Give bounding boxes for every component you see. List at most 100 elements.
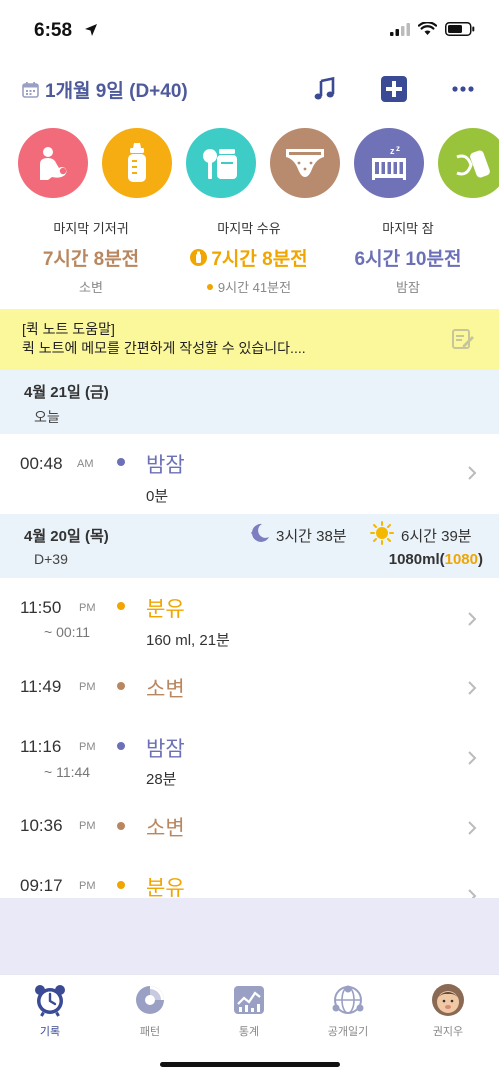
summary-sleep-value: 6시간 10분전 — [325, 244, 491, 271]
stats-chart-icon — [232, 983, 266, 1017]
record-title: 분유 — [146, 877, 185, 898]
breastfeeding-button[interactable] — [18, 128, 88, 198]
record-dot — [117, 742, 125, 750]
record-detail: 0분 — [146, 488, 169, 505]
tab-stats[interactable]: 통계 — [209, 983, 289, 1039]
tab-profile[interactable]: 권지우 — [408, 983, 488, 1039]
day-sub: D+39 — [34, 551, 68, 567]
record-title: 분유 — [146, 598, 185, 621]
edit-note-icon[interactable] — [451, 327, 475, 351]
tab-public-diary-label: 공개일기 — [327, 1026, 369, 1038]
cellular-signal-icon — [390, 22, 410, 36]
record-row[interactable]: 11:16 PM ~ 11:44 밤잠 28분 — [0, 724, 499, 810]
record-title: 밤잠 — [146, 454, 185, 477]
day-sleep-total: 6시간 39분 — [401, 528, 472, 545]
day-header-yesterday: 4월 20일 (목) D+39 3시간 38분 6시간 39분 1080ml(1… — [0, 514, 499, 578]
category-carousel[interactable]: z z — [18, 128, 499, 200]
record-ampm: PM — [79, 681, 96, 693]
sun-icon — [370, 521, 394, 545]
last-activity-summary: 마지막 기저귀 7시간 8분전 소변 마지막 수유 7시간 8분전 9시간 41… — [0, 218, 499, 296]
date-title-button[interactable]: 1개월 9일 (D+40) — [22, 76, 188, 103]
sleep-button[interactable]: z z — [354, 128, 424, 198]
baby-food-icon — [456, 150, 490, 178]
tab-stats-label: 통계 — [238, 1026, 260, 1038]
record-row[interactable]: 10:36 PM 소변 — [0, 810, 499, 866]
summary-diaper-label: 마지막 기저귀 — [53, 221, 129, 236]
music-note-icon — [314, 77, 335, 100]
summary-sleep[interactable]: 마지막 잠 6시간 10분전 밤잠 — [325, 218, 491, 296]
add-record-button[interactable] — [379, 74, 409, 104]
plus-box-icon — [381, 76, 407, 102]
chevron-right-icon — [468, 681, 477, 695]
pumped-milk-button[interactable] — [186, 128, 256, 198]
record-dot — [117, 881, 125, 889]
record-dot — [117, 682, 125, 690]
breastfeeding-icon — [40, 147, 67, 180]
date-title: 1개월 9일 (D+40) — [45, 81, 188, 102]
record-detail: 28분 — [146, 771, 177, 788]
quick-note-banner[interactable]: [퀵 노트 도움말] 퀵 노트에 메모를 간편하게 작성할 수 있습니다.... — [0, 309, 499, 370]
milk-total: 1080ml(1080) — [389, 551, 483, 568]
quick-note-text: [퀵 노트 도움말] 퀵 노트에 메모를 간편하게 작성할 수 있습니다.... — [22, 320, 306, 358]
tab-records[interactable]: 기록 — [10, 983, 90, 1039]
wifi-icon — [418, 22, 437, 35]
diaper-button[interactable] — [270, 128, 340, 198]
svg-text:z: z — [390, 146, 395, 156]
home-indicator — [160, 1062, 340, 1067]
record-detail: 160 ml, 21분 — [146, 632, 230, 649]
record-row[interactable]: 11:50 PM ~ 00:11 분유 160 ml, 21분 — [0, 578, 499, 664]
summary-sleep-label: 마지막 잠 — [382, 221, 434, 236]
record-row[interactable]: 00:48 AM 밤잠 0분 — [0, 434, 499, 514]
day-header-today: 4월 21일 (금) 오늘 — [0, 370, 499, 434]
tab-pattern[interactable]: 패턴 — [110, 983, 190, 1039]
tab-records-label: 기록 — [39, 1026, 61, 1038]
app-header: 1개월 9일 (D+40) — [0, 70, 499, 110]
milk-total-ml: 1080ml — [388, 551, 440, 568]
record-dot — [117, 458, 125, 466]
summary-diaper-sub: 소변 — [79, 280, 103, 295]
list-bottom-padding — [0, 898, 499, 974]
record-ampm: AM — [77, 458, 94, 470]
tab-profile-label: 권지우 — [432, 1026, 464, 1038]
summary-feeding-value-text: 7시간 8분전 — [211, 249, 308, 270]
music-button[interactable] — [310, 74, 340, 104]
bottle-button[interactable] — [102, 128, 172, 198]
chevron-right-icon — [468, 821, 477, 835]
record-title: 소변 — [146, 678, 185, 701]
baby-bottle-icon — [128, 143, 146, 182]
pie-chart-icon — [133, 983, 167, 1017]
summary-sleep-value-text: 6시간 10분전 — [354, 249, 462, 270]
baby-food-button[interactable] — [438, 128, 499, 198]
status-bar: 6:58 — [0, 0, 499, 62]
record-dot — [117, 602, 125, 610]
chevron-right-icon — [468, 751, 477, 765]
summary-diaper-value: 7시간 8분전 — [8, 244, 174, 271]
battery-icon — [445, 22, 475, 36]
tab-public-diary[interactable]: 공개일기 — [308, 983, 388, 1039]
record-row[interactable]: 11:49 PM 소변 — [0, 664, 499, 724]
chevron-right-icon — [468, 612, 477, 626]
chevron-right-icon — [468, 466, 477, 480]
record-ampm: PM — [79, 741, 96, 753]
record-dot — [117, 822, 125, 830]
summary-sleep-sub: 밤잠 — [396, 280, 420, 295]
milk-total-formula: 1080 — [444, 551, 478, 568]
location-arrow-icon — [85, 24, 97, 36]
more-button[interactable] — [448, 74, 478, 104]
svg-text:z: z — [396, 144, 400, 153]
quick-note-body: 퀵 노트에 메모를 간편하게 작성할 수 있습니다.... — [22, 340, 306, 356]
baby-avatar-icon — [431, 983, 465, 1017]
globe-people-icon — [331, 983, 365, 1017]
summary-diaper-value-text: 7시간 8분전 — [42, 249, 140, 270]
record-time: 11:49 — [20, 677, 62, 696]
summary-feeding-value: 7시간 8분전 — [166, 244, 332, 271]
calendar-icon — [22, 82, 39, 98]
summary-feeding-sub: 9시간 41분전 — [166, 277, 332, 296]
moon-icon — [251, 523, 269, 542]
day-sub: 오늘 — [34, 409, 60, 425]
summary-diaper[interactable]: 마지막 기저귀 7시간 8분전 소변 — [8, 218, 174, 296]
summary-feeding[interactable]: 마지막 수유 7시간 8분전 9시간 41분전 — [166, 218, 332, 296]
tab-pattern-label: 패턴 — [139, 1026, 161, 1038]
record-row[interactable]: 09:17 PM 분유 — [0, 866, 499, 898]
milk-jar-icon — [203, 149, 237, 179]
